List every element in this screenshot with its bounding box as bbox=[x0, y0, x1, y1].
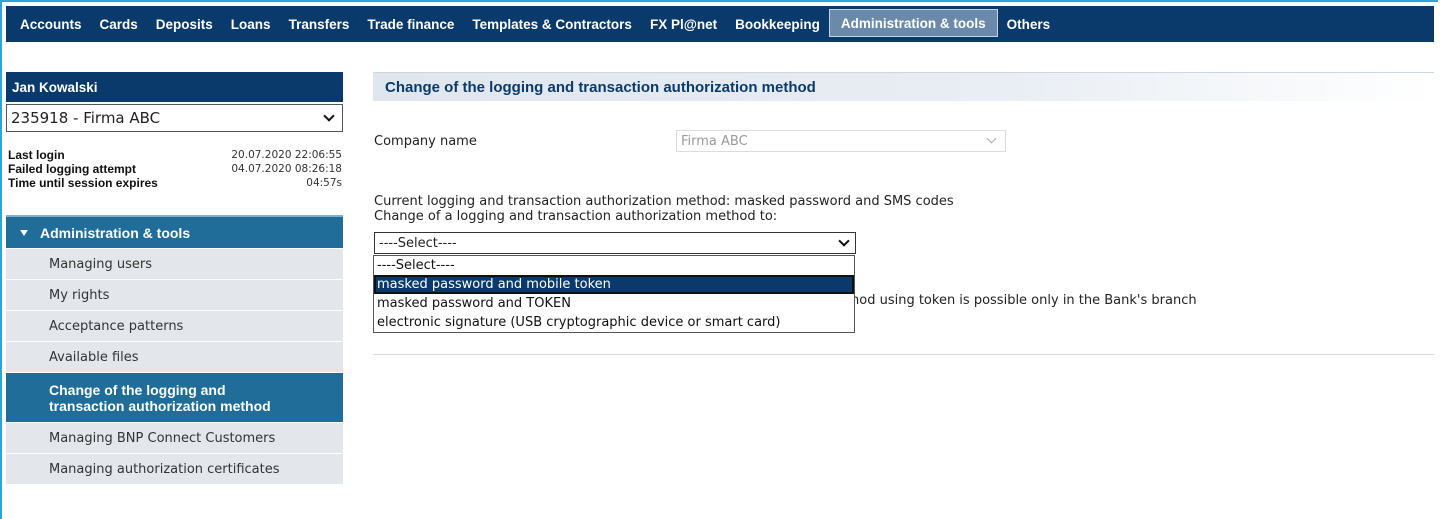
page-title: Change of the logging and transaction au… bbox=[373, 72, 1434, 101]
session-expiry-row: Time until session expires 04:57s bbox=[8, 176, 343, 190]
main-content: Change of the logging and transaction au… bbox=[373, 72, 1434, 355]
chevron-down-icon bbox=[324, 113, 334, 123]
sidebar-item-change-authorization-method[interactable]: Change of the logging and transaction au… bbox=[6, 372, 343, 422]
option-masked-password-token[interactable]: masked password and TOKEN bbox=[374, 294, 854, 313]
sidebar-item-available-files[interactable]: Available files bbox=[6, 341, 343, 372]
nav-fx-planet[interactable]: FX Pl@net bbox=[641, 6, 726, 42]
nav-deposits[interactable]: Deposits bbox=[147, 6, 222, 42]
sidebar-section-label: Administration & tools bbox=[40, 224, 191, 241]
change-method-label: Change of a logging and transaction auth… bbox=[374, 209, 778, 224]
sidebar-item-managing-certificates[interactable]: Managing authorization certificates bbox=[6, 453, 343, 484]
nav-accounts[interactable]: Accounts bbox=[6, 6, 91, 42]
last-login-label: Last login bbox=[8, 148, 65, 162]
sidebar-item-managing-bnp-connect[interactable]: Managing BNP Connect Customers bbox=[6, 422, 343, 453]
company-name-row: Company name Firma ABC bbox=[374, 130, 1006, 152]
sidebar-item-acceptance-patterns[interactable]: Acceptance patterns bbox=[6, 310, 343, 341]
nav-loans[interactable]: Loans bbox=[222, 6, 280, 42]
company-context-value: 235918 - Firma ABC bbox=[11, 109, 161, 127]
nav-others[interactable]: Others bbox=[998, 6, 1060, 42]
session-expiry-label: Time until session expires bbox=[8, 176, 158, 190]
current-method-text: Current logging and transaction authoriz… bbox=[374, 194, 954, 209]
nav-transfers[interactable]: Transfers bbox=[280, 6, 359, 42]
company-context-select[interactable]: 235918 - Firma ABC bbox=[6, 104, 343, 132]
nav-administration-tools[interactable]: Administration & tools bbox=[828, 9, 998, 37]
authorization-method-value: ----Select---- bbox=[379, 235, 457, 251]
sidebar-item-my-rights[interactable]: My rights bbox=[6, 279, 343, 310]
token-branch-info: hod using token is possible only in the … bbox=[851, 293, 1197, 308]
last-login-value: 20.07.2020 22:06:55 bbox=[231, 149, 342, 161]
failed-login-value: 04.07.2020 08:26:18 bbox=[231, 163, 342, 175]
failed-login-row: Failed logging attempt 04.07.2020 08:26:… bbox=[8, 162, 343, 176]
option-electronic-signature[interactable]: electronic signature (USB cryptographic … bbox=[374, 313, 854, 332]
company-name-value: Firma ABC bbox=[681, 133, 748, 149]
chevron-down-icon bbox=[839, 238, 849, 248]
session-info: Last login 20.07.2020 22:06:55 Failed lo… bbox=[6, 148, 343, 190]
last-login-row: Last login 20.07.2020 22:06:55 bbox=[8, 148, 343, 162]
triangle-down-icon bbox=[20, 229, 28, 236]
top-navigation: Accounts Cards Deposits Loans Transfers … bbox=[6, 6, 1434, 42]
authorization-method-select[interactable]: ----Select---- bbox=[374, 232, 856, 254]
chevron-down-icon bbox=[987, 136, 997, 146]
company-name-select: Firma ABC bbox=[676, 130, 1006, 152]
option-select[interactable]: ----Select---- bbox=[374, 256, 854, 275]
sidebar-item-managing-users[interactable]: Managing users bbox=[6, 248, 343, 279]
method-description: Current logging and transaction authoriz… bbox=[374, 194, 954, 224]
nav-trade-finance[interactable]: Trade finance bbox=[358, 6, 463, 42]
sidebar: Jan Kowalski 235918 - Firma ABC Last log… bbox=[6, 72, 343, 484]
user-name: Jan Kowalski bbox=[6, 72, 343, 102]
session-expiry-value: 04:57s bbox=[306, 177, 342, 189]
nav-cards[interactable]: Cards bbox=[91, 6, 147, 42]
authorization-method-options: ----Select---- masked password and mobil… bbox=[373, 255, 855, 333]
failed-login-label: Failed logging attempt bbox=[8, 162, 136, 176]
company-name-label: Company name bbox=[374, 133, 477, 149]
option-masked-password-mobile-token[interactable]: masked password and mobile token bbox=[374, 275, 854, 294]
sidebar-section-administration-tools[interactable]: Administration & tools bbox=[6, 215, 343, 248]
nav-templates-contractors[interactable]: Templates & Contractors bbox=[463, 6, 641, 42]
nav-bookkeeping[interactable]: Bookkeeping bbox=[726, 6, 829, 42]
